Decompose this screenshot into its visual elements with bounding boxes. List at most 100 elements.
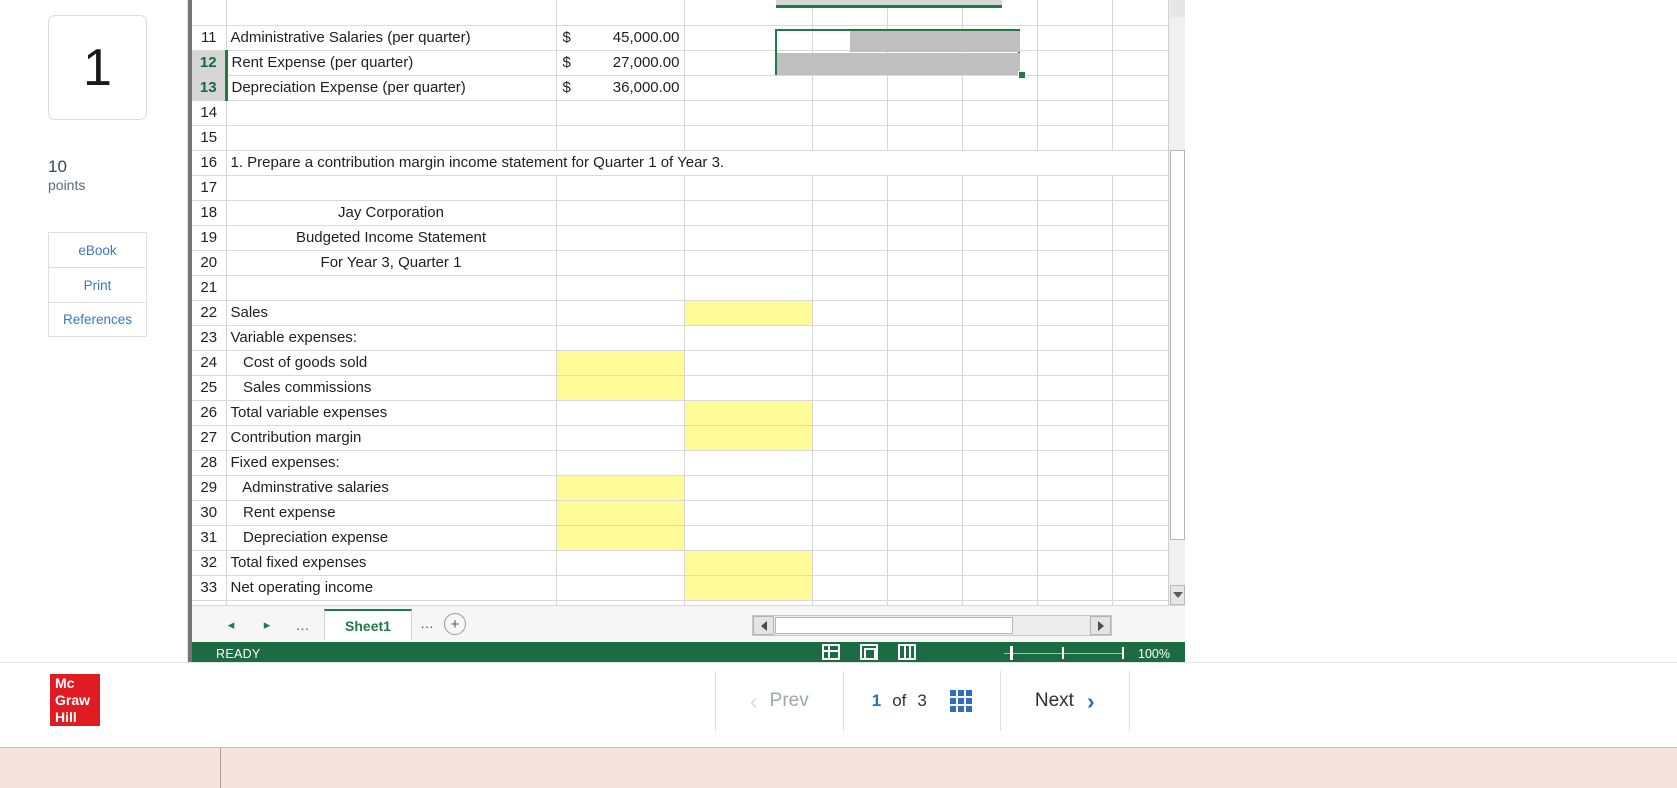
sheet-cell[interactable] bbox=[684, 50, 813, 76]
sheet-cell[interactable] bbox=[1112, 375, 1168, 401]
row-header[interactable]: 30 bbox=[192, 500, 227, 526]
sheet-cell[interactable] bbox=[1037, 75, 1113, 101]
sheet-cell[interactable] bbox=[556, 200, 685, 226]
sheet-cell[interactable] bbox=[556, 475, 685, 501]
scroll-left-button[interactable] bbox=[753, 616, 774, 635]
row-header[interactable]: 15 bbox=[192, 125, 227, 151]
sheet-cell[interactable] bbox=[812, 25, 888, 51]
vertical-scrollbar-thumb[interactable] bbox=[1170, 150, 1185, 540]
row-header[interactable]: 17 bbox=[192, 175, 227, 201]
sheet-cell[interactable] bbox=[812, 575, 888, 601]
sheet-cell[interactable] bbox=[1112, 475, 1168, 501]
sheet-cell[interactable] bbox=[684, 575, 813, 601]
sheet-cell[interactable]: $45,000.00 bbox=[556, 25, 685, 51]
sheet-cell[interactable] bbox=[1112, 550, 1168, 576]
sheet-cell[interactable] bbox=[887, 50, 963, 76]
sheet-overflow-left-icon[interactable]: … bbox=[285, 612, 321, 638]
sheet-cell[interactable] bbox=[962, 525, 1038, 551]
sheet-cell[interactable] bbox=[556, 375, 685, 401]
sheet-cell[interactable] bbox=[556, 400, 685, 426]
sheet-cell[interactable] bbox=[1112, 50, 1168, 76]
sheet-cell[interactable] bbox=[556, 100, 685, 126]
prev-question-button[interactable]: ‹ Prev bbox=[716, 688, 843, 715]
sheet-cell[interactable] bbox=[887, 375, 963, 401]
sheet-cell[interactable] bbox=[887, 500, 963, 526]
sheet-cell[interactable] bbox=[962, 125, 1038, 151]
sheet-cell[interactable] bbox=[812, 525, 888, 551]
sheet-cell[interactable] bbox=[812, 250, 888, 276]
sheet-cell[interactable] bbox=[962, 350, 1038, 376]
sheet-cell[interactable] bbox=[1112, 575, 1168, 601]
sheet-cell[interactable] bbox=[684, 450, 813, 476]
ebook-button[interactable]: eBook bbox=[48, 232, 147, 267]
sheet-cell[interactable] bbox=[1112, 25, 1168, 51]
sheet-cell[interactable] bbox=[1112, 225, 1168, 251]
sheet-cell[interactable] bbox=[812, 325, 888, 351]
sheet-cell[interactable] bbox=[1037, 300, 1113, 326]
sheet-cell[interactable] bbox=[962, 475, 1038, 501]
sheet-cell[interactable] bbox=[887, 300, 963, 326]
sheet-cell[interactable] bbox=[556, 500, 685, 526]
sheet-cell[interactable] bbox=[812, 100, 888, 126]
sheet-cell[interactable] bbox=[684, 100, 813, 126]
sheet-cell[interactable] bbox=[1037, 350, 1113, 376]
sheet-cell[interactable] bbox=[812, 350, 888, 376]
sheet-cell[interactable] bbox=[1037, 450, 1113, 476]
sheet-cell[interactable] bbox=[1037, 400, 1113, 426]
sheet-cell[interactable]: Jay Corporation bbox=[226, 200, 557, 226]
sheet-cell[interactable] bbox=[684, 525, 813, 551]
row-header[interactable]: 12 bbox=[192, 50, 228, 76]
sheet-cell[interactable]: Sales bbox=[226, 300, 557, 326]
sheet-cell[interactable] bbox=[1037, 500, 1113, 526]
row-header[interactable]: 31 bbox=[192, 525, 227, 551]
sheet-cell[interactable] bbox=[684, 325, 813, 351]
sheet-cell[interactable] bbox=[812, 425, 888, 451]
sheet-cell[interactable] bbox=[962, 250, 1038, 276]
sheet-cell[interactable]: Rent Expense (per quarter) bbox=[226, 50, 557, 76]
sheet-cell[interactable] bbox=[226, 100, 557, 126]
sheet-cell[interactable] bbox=[1112, 425, 1168, 451]
sheet-cell[interactable] bbox=[887, 525, 963, 551]
sheet-cell[interactable]: Cost of goods sold bbox=[226, 350, 557, 376]
sheet-cell[interactable] bbox=[684, 225, 813, 251]
sheet-cell[interactable] bbox=[556, 175, 685, 201]
sheet-cell[interactable] bbox=[1112, 450, 1168, 476]
sheet-cell[interactable] bbox=[1112, 525, 1168, 551]
sheet-cell[interactable] bbox=[887, 25, 963, 51]
sheet-cell[interactable] bbox=[812, 225, 888, 251]
sheet-cell[interactable] bbox=[887, 225, 963, 251]
next-sheet-arrow-icon[interactable]: ▸ bbox=[249, 612, 285, 638]
sheet-cell[interactable] bbox=[962, 200, 1038, 226]
sheet-cell[interactable] bbox=[812, 400, 888, 426]
question-grid-icon[interactable] bbox=[949, 690, 972, 712]
row-header[interactable]: 24 bbox=[192, 350, 227, 376]
sheet-cell[interactable] bbox=[556, 275, 685, 301]
sheet-cell[interactable] bbox=[1037, 275, 1113, 301]
sheet-cell[interactable] bbox=[1037, 250, 1113, 276]
sheet-cell[interactable] bbox=[684, 200, 813, 226]
sheet-cell[interactable] bbox=[226, 275, 557, 301]
sheet-cell[interactable] bbox=[1112, 100, 1168, 126]
sheet-cell[interactable] bbox=[684, 75, 813, 101]
vertical-scrollbar[interactable] bbox=[1168, 0, 1185, 605]
sheet-cell[interactable] bbox=[684, 425, 813, 451]
sheet-cell[interactable] bbox=[887, 425, 963, 451]
sheet-cell[interactable] bbox=[812, 500, 888, 526]
sheet-cell[interactable] bbox=[812, 75, 888, 101]
sheet-cell[interactable] bbox=[962, 325, 1038, 351]
sheet-cell[interactable] bbox=[962, 25, 1038, 51]
sheet-cell[interactable] bbox=[812, 125, 888, 151]
sheet-cell[interactable] bbox=[1037, 25, 1113, 51]
sheet-cell[interactable] bbox=[812, 475, 888, 501]
sheet-cell[interactable] bbox=[1037, 125, 1113, 151]
sheet-cell[interactable] bbox=[1037, 425, 1113, 451]
zoom-percent-label[interactable]: 100% bbox=[1138, 647, 1170, 661]
sheet-cell[interactable] bbox=[1112, 125, 1168, 151]
sheet-cell[interactable] bbox=[887, 275, 963, 301]
sheet-cell[interactable] bbox=[887, 550, 963, 576]
sheet-cell[interactable] bbox=[887, 325, 963, 351]
add-sheet-button[interactable]: + bbox=[444, 613, 466, 635]
sheet-cell[interactable] bbox=[812, 175, 888, 201]
zoom-slider-knob[interactable] bbox=[1010, 646, 1013, 660]
sheet-cell[interactable] bbox=[1112, 75, 1168, 101]
